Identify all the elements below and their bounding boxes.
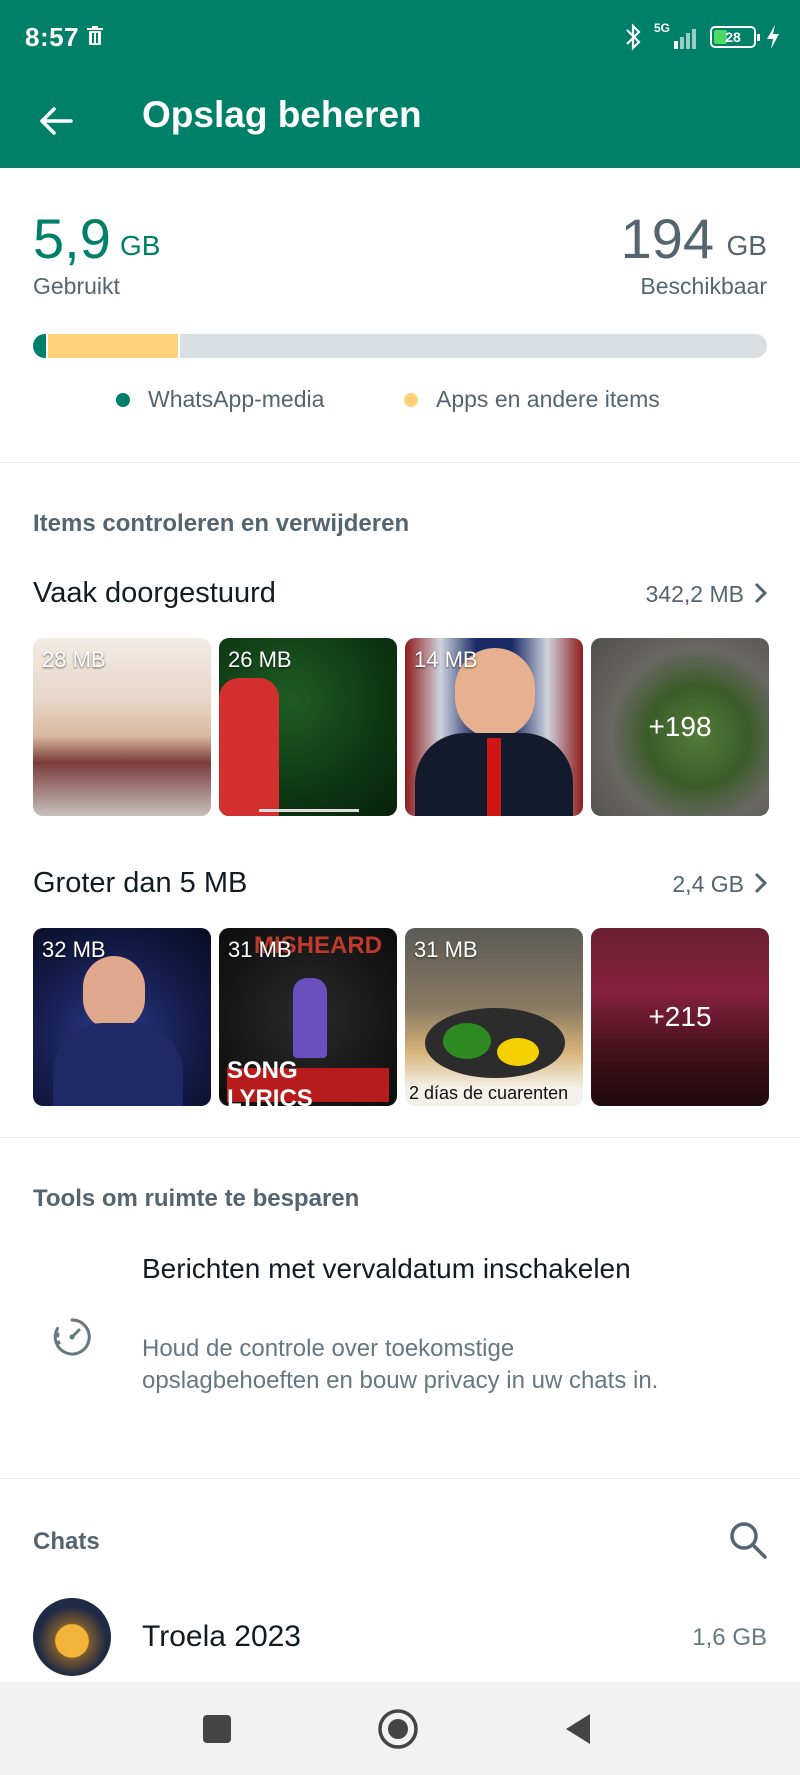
thumbnail-figure bbox=[219, 678, 279, 816]
avatar bbox=[33, 1598, 111, 1676]
media-thumbnail[interactable]: +215 bbox=[591, 928, 769, 1106]
media-thumbnail[interactable]: 28 MB bbox=[33, 638, 211, 816]
page-title: Opslag beheren bbox=[142, 94, 422, 135]
thumbnail-peas bbox=[443, 1023, 491, 1059]
battery-icon: 28 bbox=[710, 26, 760, 48]
media-thumbnail[interactable]: 32 MB bbox=[33, 928, 211, 1106]
trash-notification-icon bbox=[87, 26, 103, 45]
storage-bar-apps bbox=[47, 334, 180, 358]
divider bbox=[0, 462, 800, 463]
chat-name: Troela 2023 bbox=[142, 1620, 301, 1653]
thumbnail-size: 32 MB bbox=[42, 937, 106, 962]
tools-heading: Tools om ruimte te besparen bbox=[33, 1185, 360, 1212]
available-storage-unit: GB bbox=[726, 230, 767, 261]
legend-whatsapp: WhatsApp-media bbox=[116, 386, 324, 413]
available-storage-value: 194 bbox=[620, 207, 714, 270]
thumbnail-size: 28 MB bbox=[42, 647, 106, 672]
media-thumbnail[interactable]: MISHEARD 31 MB SONG LYRICS bbox=[219, 928, 397, 1106]
tool-description: Houd de controle over toekomstige opslag… bbox=[142, 1335, 659, 1394]
forwarded-size: 342,2 MB bbox=[645, 581, 744, 607]
legend-whatsapp-label: WhatsApp-media bbox=[148, 386, 325, 412]
thumbnail-overlay-banner: SONG LYRICS bbox=[227, 1057, 389, 1106]
legend-dot-apps bbox=[404, 392, 418, 407]
used-storage-label: Gebruikt bbox=[33, 273, 120, 299]
more-count: +198 bbox=[591, 638, 769, 816]
thumbnail-size: 31 MB bbox=[228, 937, 292, 962]
review-heading: Items controleren en verwijderen bbox=[33, 510, 410, 537]
legend-apps-label: Apps en andere items bbox=[436, 386, 660, 412]
status-time: 8:57 bbox=[25, 22, 80, 52]
circle-home-icon bbox=[378, 1709, 418, 1749]
triangle-back-icon bbox=[566, 1714, 590, 1744]
divider bbox=[0, 1478, 800, 1479]
used-storage-value: 5,9 bbox=[33, 207, 111, 270]
thumbnail-size: 31 MB bbox=[414, 937, 478, 962]
back-button[interactable] bbox=[30, 95, 82, 147]
arrow-back-icon bbox=[40, 107, 73, 135]
chat-size: 1,6 GB bbox=[692, 1624, 767, 1651]
back-nav-button[interactable] bbox=[553, 1704, 603, 1754]
more-count: +215 bbox=[591, 928, 769, 1106]
tool-title: Berichten met vervaldatum inschakelen bbox=[142, 1253, 631, 1284]
media-thumbnail[interactable]: 26 MB bbox=[219, 638, 397, 816]
large-files-title: Groter dan 5 MB bbox=[33, 867, 248, 899]
available-storage-label: Beschikbaar bbox=[640, 273, 767, 299]
timer-icon bbox=[53, 1318, 91, 1356]
status-icons: 5G 28 bbox=[624, 20, 780, 54]
status-bar: 8:57 5G 28 bbox=[0, 0, 800, 75]
forwarded-title: Vaak doorgestuurd bbox=[33, 577, 276, 609]
battery-level: 28 bbox=[725, 29, 741, 45]
app-header: 8:57 5G 28 Opslag beheren bbox=[0, 0, 800, 168]
recents-button[interactable] bbox=[192, 1704, 242, 1754]
forwarded-thumbnails: 28 MB 26 MB 14 MB +198 bbox=[33, 638, 769, 816]
chats-heading: Chats bbox=[33, 1528, 100, 1555]
thumbnail-size: 14 MB bbox=[414, 647, 478, 672]
square-icon bbox=[203, 1715, 231, 1743]
storage-bar-whatsapp bbox=[33, 334, 48, 358]
used-storage-unit: GB bbox=[120, 230, 161, 261]
signal-icon bbox=[674, 29, 696, 49]
media-thumbnail[interactable]: 14 MB bbox=[405, 638, 583, 816]
system-navigation-bar bbox=[0, 1682, 800, 1775]
thumbnail-figure bbox=[293, 978, 327, 1058]
divider bbox=[0, 1137, 800, 1138]
storage-bar bbox=[33, 334, 767, 358]
legend-dot-whatsapp bbox=[116, 392, 130, 407]
legend-apps: Apps en andere items bbox=[404, 386, 660, 413]
app-bar: Opslag beheren bbox=[0, 75, 800, 168]
thumbnail-progress bbox=[259, 809, 359, 812]
signal-indicator: 5G bbox=[654, 21, 700, 51]
thumbnail-size: 26 MB bbox=[228, 647, 292, 672]
media-thumbnail[interactable]: +198 bbox=[591, 638, 769, 816]
thumbnail-body bbox=[53, 1023, 183, 1106]
thumbnail-tie bbox=[487, 738, 501, 816]
thumbnail-caption: 2 días de cuarenten bbox=[409, 1083, 569, 1103]
media-thumbnail[interactable]: 31 MB 2 días de cuarenten bbox=[405, 928, 583, 1106]
large-files-thumbnails: 32 MB MISHEARD 31 MB SONG LYRICS 31 MB 2… bbox=[33, 928, 769, 1106]
chevron-right-icon bbox=[754, 872, 768, 894]
charging-icon bbox=[767, 25, 779, 49]
thumbnail-corn bbox=[497, 1038, 539, 1066]
bluetooth-icon bbox=[626, 23, 641, 51]
thumbnail-face bbox=[83, 956, 145, 1030]
search-icon[interactable] bbox=[726, 1518, 770, 1562]
home-button[interactable] bbox=[373, 1704, 423, 1754]
chevron-right-icon bbox=[754, 582, 768, 604]
large-files-size: 2,4 GB bbox=[672, 871, 744, 897]
